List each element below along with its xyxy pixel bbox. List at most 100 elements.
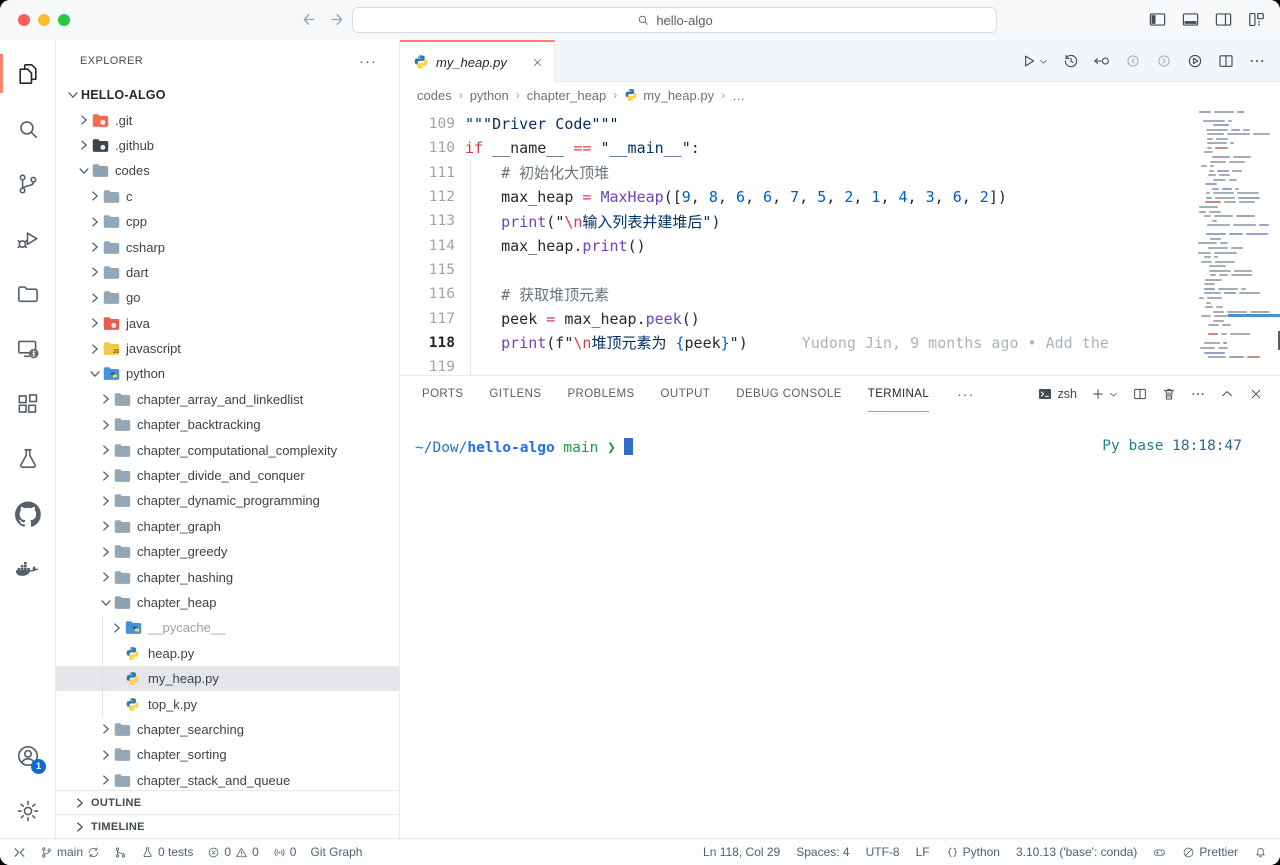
run-or-debug-button[interactable] [1186,52,1204,70]
activity-bar-item-extensions[interactable] [0,376,55,431]
tree-item-codes[interactable]: codes [56,158,399,183]
panel-more-tabs-button[interactable]: ··· [957,386,974,402]
terminal-more-button[interactable] [1190,386,1206,402]
tree-item-chapter-divide-and-conquer[interactable]: chapter_divide_and_conquer [56,463,399,488]
tree-item-dart[interactable]: dart [56,260,399,285]
tree-item-chapter-greedy[interactable]: chapter_greedy [56,539,399,564]
tree-item-chapter-backtracking[interactable]: chapter_backtracking [56,412,399,437]
tree-item-chapter-computational-complexity[interactable]: chapter_computational_complexity [56,437,399,462]
code-line-117[interactable]: 117 peek = max_heap.peek() [400,306,1190,330]
tree-item-heap-py[interactable]: heap.py [56,641,399,666]
activity-bar-item-testing[interactable] [0,431,55,486]
toggle-primary-sidebar-button[interactable] [1148,10,1167,29]
tab-my-heap-py[interactable]: my_heap.py [400,40,555,82]
activity-bar-item-search[interactable] [0,101,55,156]
code-line-114[interactable]: 114 max_heap.print() [400,233,1190,257]
status-indentation[interactable]: Spaces: 4 [796,845,849,859]
status-notifications[interactable] [1254,846,1267,859]
activity-bar-item-source-control[interactable] [0,156,55,211]
close-tab-icon[interactable] [531,56,544,69]
tree-item-chapter-hashing[interactable]: chapter_hashing [56,564,399,589]
minimap[interactable] [1198,108,1270,361]
status-eol[interactable]: LF [916,845,930,859]
tree-item-chapter-searching[interactable]: chapter_searching [56,717,399,742]
code-line-115[interactable]: 115 [400,258,1190,282]
panel-tab-gitlens[interactable]: GITLENS [489,376,541,412]
customize-layout-button[interactable] [1247,10,1266,29]
status-gamepad-extension[interactable] [1153,846,1166,859]
tree-item-c[interactable]: c [56,184,399,209]
toggle-secondary-sidebar-button[interactable] [1214,10,1233,29]
close-window-button[interactable] [18,14,30,26]
activity-bar-item-docker[interactable] [0,541,55,596]
tree-item-go[interactable]: go [56,285,399,310]
open-changes-button[interactable] [1093,52,1111,70]
breadcrumb-item-chapter-heap[interactable]: chapter_heap [527,88,607,103]
tree-item--pycache-[interactable]: __pycache__ [56,615,399,640]
activity-bar-item-settings[interactable] [0,783,55,838]
status-test-status[interactable]: 0 tests [141,845,193,859]
breadcrumb-item-my-heap-py[interactable]: my_heap.py [624,88,714,103]
activity-bar-item-remote-explorer[interactable] [0,321,55,376]
activity-bar-item-run-and-debug[interactable] [0,211,55,266]
sidebar-section-outline[interactable]: OUTLINE [56,790,399,814]
toggle-panel-button[interactable] [1181,10,1200,29]
tree-item--git[interactable]: .git [56,107,399,132]
breadcrumb-item-codes[interactable]: codes [417,88,452,103]
tree-item-hello-algo[interactable]: HELLO-ALGO [56,82,399,107]
file-history-button[interactable] [1062,52,1080,70]
forward-button[interactable] [329,10,348,29]
code-line-119[interactable]: 119 [400,355,1190,375]
close-panel-button[interactable] [1248,386,1264,402]
tree-item-python[interactable]: python [56,361,399,386]
status-language-mode[interactable]: Python [946,845,1000,859]
tree-item-cpp[interactable]: cpp [56,209,399,234]
status-git-branch[interactable]: main [40,845,100,859]
code-line-116[interactable]: 116 # 获取堆顶元素 [400,282,1190,306]
code-line-112[interactable]: 112 max_heap = MaxHeap([9, 8, 6, 6, 7, 5… [400,185,1190,209]
panel-tab-terminal[interactable]: TERMINAL [868,376,929,412]
tree-item-csharp[interactable]: csharp [56,234,399,259]
activity-bar-item-explorer[interactable] [0,46,55,101]
code-line-109[interactable]: 109"""Driver Code""" [400,112,1190,136]
terminal[interactable]: ~/Dow/hello-algo main ❯ Py base 18:18:47 [400,412,1280,838]
tree-item-chapter-graph[interactable]: chapter_graph [56,514,399,539]
back-button[interactable] [298,10,317,29]
status-python-interpreter[interactable]: 3.10.13 ('base': conda) [1016,845,1137,859]
split-editor-button[interactable] [1217,52,1235,70]
status-gitlens-status[interactable] [114,846,127,859]
breadcrumb-item-more[interactable]: … [732,88,745,103]
sidebar-section-timeline[interactable]: TIMELINE [56,814,399,838]
terminal-shell-selector[interactable]: zsh [1037,386,1077,402]
tree-item-chapter-sorting[interactable]: chapter_sorting [56,742,399,767]
status-git-graph[interactable]: Git Graph [310,845,362,859]
activity-bar-item-folder-explorer[interactable] [0,266,55,321]
panel-tab-ports[interactable]: PORTS [422,376,463,412]
split-terminal-button[interactable] [1132,386,1148,402]
tree-item-chapter-stack-and-queue[interactable]: chapter_stack_and_queue [56,768,399,790]
tree-item-top-k-py[interactable]: top_k.py [56,691,399,716]
tree-item--github[interactable]: .github [56,133,399,158]
tree-item-my-heap-py[interactable]: my_heap.py [56,666,399,691]
status-forwarded-ports[interactable]: 0 [273,845,297,859]
kill-terminal-button[interactable] [1161,386,1177,402]
activity-bar-item-github[interactable] [0,486,55,541]
minimize-window-button[interactable] [38,14,50,26]
explorer-more-actions-button[interactable]: ··· [359,53,377,70]
more-actions-button[interactable] [1248,52,1266,70]
code-line-111[interactable]: 111 # 初始化大顶堆 [400,161,1190,185]
panel-tab-output[interactable]: OUTPUT [661,376,711,412]
panel-tab-debug-console[interactable]: DEBUG CONSOLE [736,376,842,412]
panel-tab-problems[interactable]: PROBLEMS [567,376,634,412]
tree-item-java[interactable]: java [56,311,399,336]
status-remote-indicator[interactable] [13,846,26,859]
maximize-panel-button[interactable] [1219,386,1235,402]
zoom-window-button[interactable] [58,14,70,26]
new-terminal-button[interactable] [1090,386,1119,402]
tree-item-chapter-array-and-linkedlist[interactable]: chapter_array_and_linkedlist [56,387,399,412]
status-encoding[interactable]: UTF-8 [866,845,900,859]
code-line-118[interactable]: 118 print(f"\n堆顶元素为 {peek}")Yudong Jin, … [400,331,1190,355]
status-prettier[interactable]: Prettier [1182,845,1238,859]
code-line-110[interactable]: 110if __name__ == "__main__": [400,136,1190,160]
status-cursor-position[interactable]: Ln 118, Col 29 [703,845,780,859]
